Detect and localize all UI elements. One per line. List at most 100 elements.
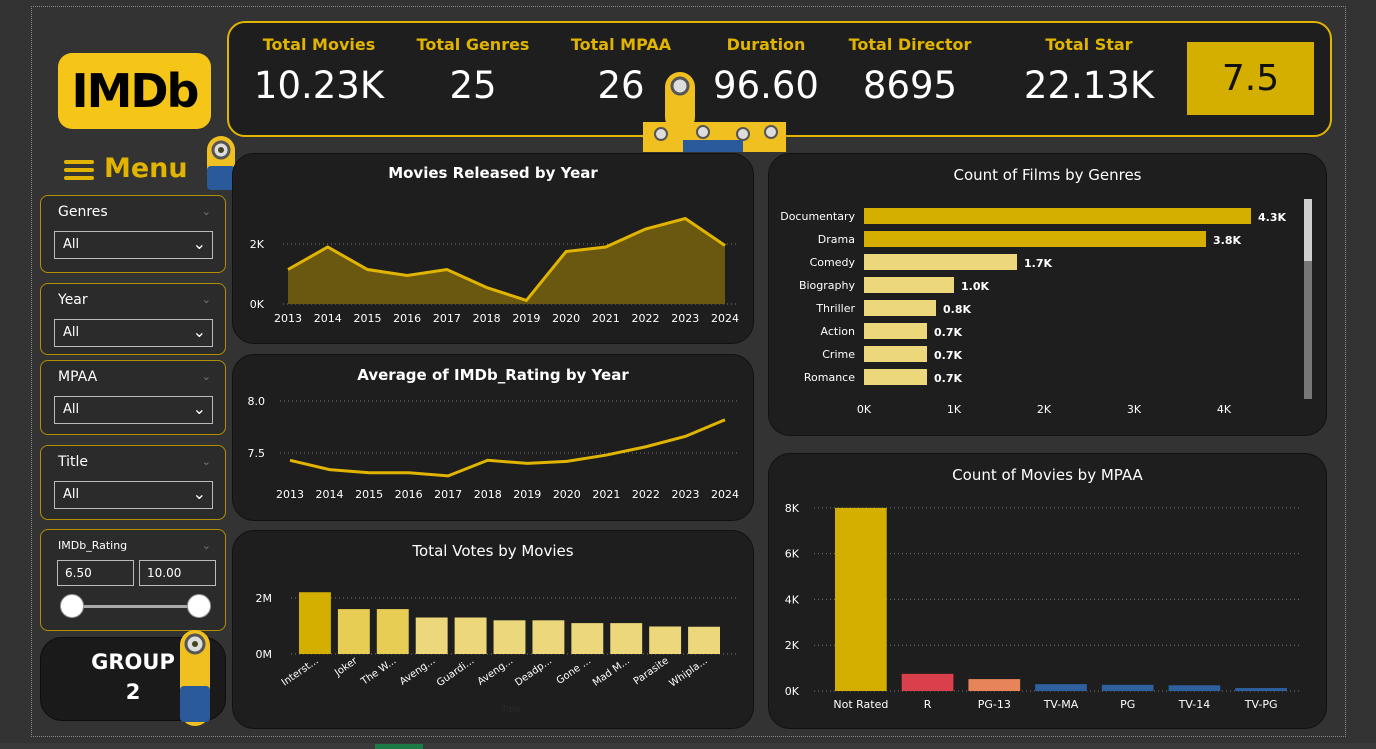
imdb-logo: IMDb <box>58 53 211 129</box>
x-tick-label: 2015 <box>355 488 383 501</box>
bar <box>864 231 1206 247</box>
kpi-total-genres: Total Genres 25 <box>405 23 541 107</box>
bar <box>864 277 954 293</box>
bar <box>688 626 720 654</box>
chevron-down-icon[interactable]: ⌄ <box>202 455 211 468</box>
x-tick-label: TV-PG <box>1244 698 1278 711</box>
x-tick-label: 1K <box>947 403 962 416</box>
x-tick-label: The W... <box>359 655 399 688</box>
x-tick-label: 2017 <box>433 312 461 325</box>
chevron-down-icon[interactable]: ⌄ <box>202 539 211 552</box>
bar <box>864 323 927 339</box>
x-tick-label: 2014 <box>316 488 344 501</box>
x-tick-label: 2019 <box>513 488 541 501</box>
bar <box>864 369 927 385</box>
kpi-value: 8695 <box>862 64 958 107</box>
menu-header[interactable]: Menu <box>64 153 188 184</box>
slicer-year: Year ⌄ All ⌄ <box>40 283 226 355</box>
x-tick-label: 2022 <box>632 312 660 325</box>
chevron-down-icon[interactable]: ⌄ <box>202 293 211 306</box>
y-tick-label: Documentary <box>780 210 855 223</box>
x-tick-label: 2022 <box>632 488 660 501</box>
kpi-value: 22.13K <box>1023 64 1155 107</box>
bar <box>864 208 1251 224</box>
x-tick-label: 0K <box>857 403 872 416</box>
mpaa-dropdown[interactable]: All ⌄ <box>54 396 213 424</box>
data-label: 1.0K <box>961 280 989 293</box>
series-line <box>289 418 726 478</box>
bar <box>1035 684 1087 691</box>
year-dropdown[interactable]: All ⌄ <box>54 319 213 347</box>
y-tick-label: Drama <box>818 233 855 246</box>
x-tick-label: Interst... <box>280 655 321 688</box>
bar <box>864 300 936 316</box>
x-tick-label: 2016 <box>395 488 423 501</box>
y-tick-label: 4K <box>785 593 800 606</box>
rating-min-input[interactable]: 6.50 <box>57 560 134 586</box>
y-tick-label: Comedy <box>810 256 856 269</box>
scrollbar-thumb[interactable] <box>1304 199 1312 261</box>
kpi-label: Total Genres <box>416 35 530 54</box>
avg-rating-card-chart: Average of IMDb_Rating by Year 7.5 8.0 201… <box>232 354 754 521</box>
bar <box>376 609 409 654</box>
chevron-down-icon: ⌄ <box>192 399 206 418</box>
genres-dropdown[interactable]: All ⌄ <box>54 231 213 259</box>
avg-rating-chart: 7.5 8.0 2013 2014 2015 2016 2017 2018 2019 2020 20… <box>248 395 740 501</box>
x-tick-label: 2024 <box>711 312 739 325</box>
bar <box>864 346 927 362</box>
x-tick-label: 2021 <box>592 312 620 325</box>
data-label: 0.7K <box>934 372 962 385</box>
slider-track[interactable] <box>71 605 201 608</box>
chevron-down-icon[interactable]: ⌄ <box>202 370 211 383</box>
data-label: 0.7K <box>934 349 962 362</box>
slicer-title: MPAA <box>58 369 98 385</box>
x-tick-label: Whipla... <box>668 655 710 689</box>
data-label: 3.8K <box>1213 234 1241 247</box>
x-tick-label: TV-14 <box>1178 698 1211 711</box>
dashboard-canvas: IMDb Total Movies 10.23K Total Genres 25… <box>0 0 1376 749</box>
bar <box>835 507 887 691</box>
x-tick-label: 2017 <box>434 488 462 501</box>
bar <box>532 620 565 654</box>
bar <box>649 626 682 654</box>
bar <box>571 623 604 654</box>
movies-by-mpaa-card: Count of Movies by MPAA 0K 2K 4K 6K 8K Not Ra… <box>768 453 1327 729</box>
data-label: 4.3K <box>1258 211 1286 224</box>
hamburger-icon[interactable] <box>64 156 94 184</box>
chevron-down-icon: ⌄ <box>192 322 206 341</box>
page-tab[interactable] <box>375 744 423 749</box>
kpi-value: 10.23K <box>253 64 385 107</box>
movies-by-year-card: Movies Released by Year 0K 2K 2013 2014 2015… <box>232 153 754 344</box>
bar <box>337 609 370 654</box>
data-label: 0.8K <box>943 303 971 316</box>
x-tick-label: Mad M... <box>591 655 632 688</box>
bottom-bar <box>0 743 1376 749</box>
x-tick-label: 2016 <box>393 312 421 325</box>
slider-min-handle[interactable] <box>60 594 84 618</box>
x-tick-label: TV-MA <box>1043 698 1079 711</box>
y-tick-label: Crime <box>822 348 855 361</box>
x-tick-label: Aveng... <box>476 655 516 687</box>
films-by-genre-card: Count of Films by Genres Documentary 4.3K… <box>768 153 1327 436</box>
y-tick-label: 0K <box>250 298 265 311</box>
rating-max-input[interactable]: 10.00 <box>139 560 216 586</box>
x-tick-label: R <box>924 698 932 711</box>
kpi-total-movies: Total Movies 10.23K <box>249 23 389 107</box>
y-tick-label: 6K <box>785 548 800 561</box>
bar <box>493 620 526 654</box>
x-tick-label: PG-13 <box>978 698 1011 711</box>
slicer-title: Year <box>58 292 88 308</box>
chevron-down-icon[interactable]: ⌄ <box>202 205 211 218</box>
x-tick-label: Aveng... <box>398 655 438 687</box>
bar <box>864 254 1017 270</box>
x-tick-label: 2023 <box>671 488 699 501</box>
slicer-title-filter: Title ⌄ All ⌄ <box>40 445 226 520</box>
bar <box>1235 688 1287 691</box>
x-tick-label: 2015 <box>353 312 381 325</box>
y-tick-label: 0K <box>785 685 800 698</box>
y-tick-label: Action <box>821 325 855 338</box>
x-tick-label: Gone ... <box>555 655 593 686</box>
dropdown-value: All <box>63 402 80 417</box>
slider-max-handle[interactable] <box>187 594 211 618</box>
title-dropdown[interactable]: All ⌄ <box>54 481 213 509</box>
